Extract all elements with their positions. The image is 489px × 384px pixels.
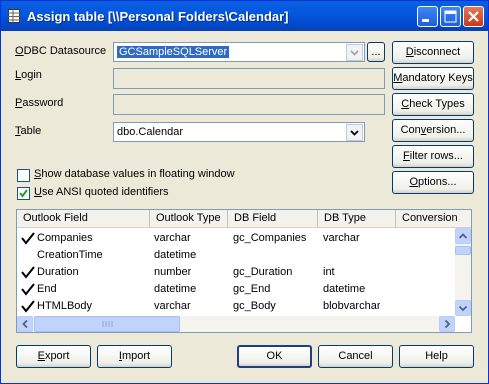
browse-datasource-button[interactable]: ... xyxy=(367,42,385,62)
outlook-field-cell: CreationTime xyxy=(37,249,103,261)
odbc-dropdown-button[interactable] xyxy=(346,44,363,61)
scroll-up-button[interactable] xyxy=(455,228,471,244)
scroll-down-button[interactable] xyxy=(455,300,471,316)
db-field-cell: gc_End xyxy=(233,283,271,295)
outlook-type-cell: varchar xyxy=(154,232,191,244)
password-label: Password xyxy=(15,97,64,109)
column-header-outlook-type[interactable]: Outlook Type xyxy=(150,210,228,228)
chevron-down-icon xyxy=(350,130,359,136)
grip-icon xyxy=(102,321,113,327)
horizontal-scroll-thumb[interactable] xyxy=(34,316,180,332)
assign-table-dialog: Assign table [\\Personal Folders\Calenda… xyxy=(0,0,489,384)
db-type-cell: blobvarchar xyxy=(323,300,381,312)
outlook-type-cell: varchar xyxy=(154,300,191,312)
scroll-right-button[interactable] xyxy=(439,316,455,332)
column-header-outlook-field[interactable]: Outlook Field xyxy=(17,210,150,228)
outlook-field-cell: Companies xyxy=(37,232,93,244)
password-field[interactable] xyxy=(113,94,385,115)
outlook-type-cell: datetime xyxy=(154,249,197,261)
table-label: Table xyxy=(15,125,42,137)
column-header-db-type[interactable]: DB Type xyxy=(318,210,396,228)
db-type-cell: datetime xyxy=(323,283,366,295)
chevron-down-icon xyxy=(350,50,359,56)
vertical-scroll-thumb[interactable] xyxy=(455,246,471,255)
table-icon xyxy=(8,9,20,23)
login-label: Login xyxy=(15,69,42,81)
filter-rows-button[interactable]: Filter rows... xyxy=(392,145,474,168)
conversion-button[interactable]: Conversion... xyxy=(392,119,474,142)
disconnect-button[interactable]: Disconnect xyxy=(392,41,474,64)
checkmark-icon xyxy=(21,266,35,279)
checkmark-icon xyxy=(21,232,35,245)
arrow-left-icon xyxy=(22,319,28,329)
db-field-cell: gc_Companies xyxy=(233,232,307,244)
scroll-left-button[interactable] xyxy=(17,316,33,332)
close-button[interactable] xyxy=(463,6,484,27)
close-icon xyxy=(468,11,479,22)
show-db-values-checkbox[interactable] xyxy=(17,169,30,182)
minimize-icon xyxy=(422,19,429,22)
table-combo[interactable]: dbo.Calendar xyxy=(113,122,365,142)
db-type-cell: int xyxy=(323,266,335,278)
db-type-cell: varchar xyxy=(323,232,360,244)
horizontal-scrollbar[interactable] xyxy=(17,316,455,332)
odbc-datasource-combo[interactable]: GCSampleSQLServer xyxy=(113,42,365,62)
outlook-type-cell: number xyxy=(154,266,192,278)
arrow-up-icon xyxy=(458,233,468,239)
table-dropdown-button[interactable] xyxy=(346,124,363,141)
table-value: dbo.Calendar xyxy=(117,126,184,138)
checkmark-icon xyxy=(21,300,35,313)
cancel-button[interactable]: Cancel xyxy=(318,345,393,368)
login-field[interactable] xyxy=(113,68,385,89)
outlook-field-cell: End xyxy=(37,283,57,295)
field-mapping-grid[interactable]: Outlook Field Outlook Type DB Field DB T… xyxy=(16,209,472,333)
db-field-cell: gc_Duration xyxy=(233,266,293,278)
vertical-scrollbar[interactable] xyxy=(455,228,471,316)
ok-button[interactable]: OK xyxy=(237,345,312,368)
show-db-values-label: Show database values in floating window xyxy=(34,168,235,180)
ansi-identifiers-checkbox[interactable] xyxy=(17,187,30,200)
arrow-right-icon xyxy=(444,319,451,329)
export-button[interactable]: Export xyxy=(16,345,91,368)
odbc-datasource-value: GCSampleSQLServer xyxy=(117,46,230,58)
outlook-field-cell: Duration xyxy=(37,266,79,278)
title-bar[interactable]: Assign table [\\Personal Folders\Calenda… xyxy=(1,1,488,31)
check-icon xyxy=(19,189,28,198)
outlook-field-cell: HTMLBody xyxy=(37,300,93,312)
ansi-identifiers-label: Use ANSI quoted identifiers xyxy=(34,186,169,198)
checkmark-icon xyxy=(21,283,35,296)
maximize-icon xyxy=(444,10,457,23)
maximize-button[interactable] xyxy=(440,6,461,27)
import-button[interactable]: Import xyxy=(97,345,172,368)
column-header-conversion[interactable]: Conversion xyxy=(396,210,471,228)
db-field-cell: gc_Body xyxy=(233,300,276,312)
odbc-datasource-label: ODBC Datasource xyxy=(15,45,107,57)
window-title: Assign table [\\Personal Folders\Calenda… xyxy=(27,9,289,24)
arrow-down-icon xyxy=(458,305,468,312)
minimize-button[interactable] xyxy=(417,6,438,27)
outlook-type-cell: datetime xyxy=(154,283,197,295)
options-button[interactable]: Options... xyxy=(392,171,474,194)
column-header-db-field[interactable]: DB Field xyxy=(228,210,318,228)
help-button[interactable]: Help xyxy=(399,345,474,368)
check-types-button[interactable]: Check Types xyxy=(392,93,474,116)
mandatory-keys-button[interactable]: Mandatory Keys xyxy=(392,67,474,90)
